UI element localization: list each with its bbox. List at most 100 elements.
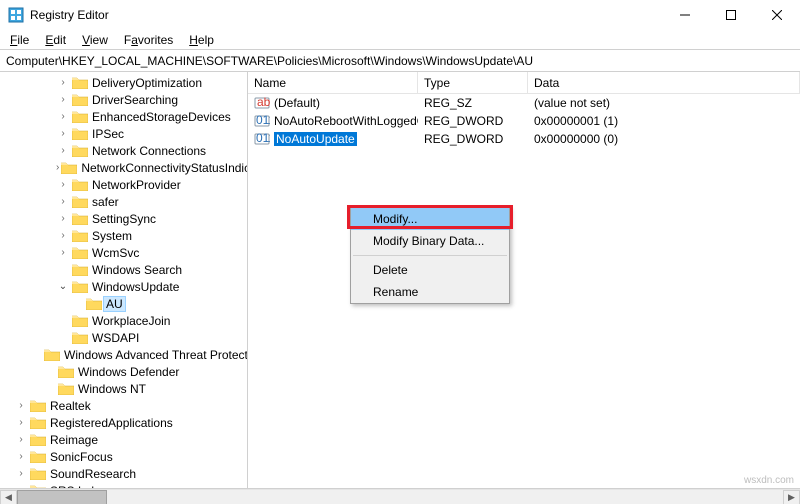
- chevron-icon[interactable]: ›: [14, 400, 28, 411]
- tree-item[interactable]: ›SettingSync: [0, 210, 247, 227]
- menu-favorites[interactable]: Favorites: [118, 31, 179, 49]
- tree-item[interactable]: ›SRS Labs: [0, 482, 247, 488]
- tree-item[interactable]: AU: [0, 295, 247, 312]
- folder-icon: [72, 76, 88, 89]
- cm-separator: [353, 255, 507, 256]
- tree-label: Windows NT: [78, 382, 146, 396]
- tree-item[interactable]: Windows NT: [0, 380, 247, 397]
- tree-label: SonicFocus: [50, 450, 113, 464]
- minimize-button[interactable]: [662, 0, 708, 29]
- chevron-icon[interactable]: ›: [56, 196, 70, 207]
- chevron-icon[interactable]: ›: [56, 94, 70, 105]
- value-name: NoAutoRebootWithLoggedOnU...: [274, 114, 418, 128]
- chevron-icon[interactable]: ›: [56, 128, 70, 139]
- cm-delete[interactable]: Delete: [351, 259, 509, 281]
- chevron-icon[interactable]: ›: [56, 162, 59, 173]
- tree-item[interactable]: › DeliveryOptimization: [0, 74, 247, 91]
- list-row[interactable]: ab(Default)REG_SZ(value not set): [248, 94, 800, 112]
- tree-item[interactable]: ›SoundResearch: [0, 465, 247, 482]
- tree-label: safer: [92, 195, 119, 209]
- scroll-right-icon[interactable]: ▶: [783, 490, 800, 504]
- app-icon: [8, 7, 24, 23]
- value-data: 0x00000000 (0): [528, 132, 800, 146]
- tree-item[interactable]: › SonicFocus: [0, 448, 247, 465]
- folder-icon: [30, 416, 46, 429]
- menu-edit[interactable]: Edit: [39, 31, 72, 49]
- folder-icon: [72, 229, 88, 242]
- tree-item[interactable]: ›RegisteredApplications: [0, 414, 247, 431]
- col-header-type[interactable]: Type: [418, 72, 528, 93]
- folder-icon: [72, 110, 88, 123]
- tree-item[interactable]: › Network Connections: [0, 142, 247, 159]
- chevron-icon[interactable]: ›: [56, 230, 70, 241]
- col-header-data[interactable]: Data: [528, 72, 800, 93]
- scroll-left-icon[interactable]: ◀: [0, 490, 17, 504]
- tree-item[interactable]: WorkplaceJoin: [0, 312, 247, 329]
- tree-item[interactable]: ›DriverSearching: [0, 91, 247, 108]
- chevron-icon[interactable]: ›: [56, 247, 70, 258]
- tree-item[interactable]: › WcmSvc: [0, 244, 247, 261]
- svg-text:ab: ab: [257, 95, 270, 109]
- tree-label: Windows Advanced Threat Protection: [64, 348, 248, 362]
- chevron-icon[interactable]: ›: [14, 434, 28, 445]
- menu-file[interactable]: File: [4, 31, 35, 49]
- cm-modify[interactable]: Modify...: [351, 208, 509, 230]
- col-header-name[interactable]: Name: [248, 72, 418, 93]
- chevron-icon[interactable]: ›: [56, 111, 70, 122]
- cm-rename[interactable]: Rename: [351, 281, 509, 303]
- horizontal-scrollbar[interactable]: ◀ ▶: [0, 489, 800, 504]
- close-button[interactable]: [754, 0, 800, 29]
- tree-label: WcmSvc: [92, 246, 139, 260]
- folder-icon: [72, 127, 88, 140]
- tree-item[interactable]: ⌄WindowsUpdate: [0, 278, 247, 295]
- list-row[interactable]: 011NoAutoRebootWithLoggedOnU...REG_DWORD…: [248, 112, 800, 130]
- value-data: 0x00000001 (1): [528, 114, 800, 128]
- tree-item[interactable]: ›NetworkConnectivityStatusIndicator: [0, 159, 247, 176]
- cm-modify-binary[interactable]: Modify Binary Data...: [351, 230, 509, 252]
- svg-text:011: 011: [256, 113, 270, 127]
- chevron-icon[interactable]: ›: [56, 213, 70, 224]
- chevron-icon[interactable]: ›: [14, 417, 28, 428]
- tree-item[interactable]: › IPSec: [0, 125, 247, 142]
- tree-item[interactable]: ›Realtek: [0, 397, 247, 414]
- menu-view[interactable]: View: [76, 31, 114, 49]
- tree-item[interactable]: ›Reimage: [0, 431, 247, 448]
- value-type: REG_DWORD: [418, 132, 528, 146]
- tree-label: DeliveryOptimization: [92, 76, 202, 90]
- chevron-icon[interactable]: ›: [14, 468, 28, 479]
- menu-help[interactable]: Help: [183, 31, 220, 49]
- title-bar: Registry Editor: [0, 0, 800, 30]
- chevron-icon[interactable]: ›: [14, 485, 28, 488]
- tree-item[interactable]: Windows Search: [0, 261, 247, 278]
- folder-icon: [86, 297, 102, 310]
- tree-item[interactable]: › safer: [0, 193, 247, 210]
- chevron-icon[interactable]: ›: [56, 145, 70, 156]
- folder-icon: [61, 161, 77, 174]
- chevron-icon[interactable]: ›: [56, 77, 70, 88]
- tree-label: Network Connections: [92, 144, 206, 158]
- tree-item[interactable]: ›NetworkProvider: [0, 176, 247, 193]
- string-value-icon: ab: [254, 95, 270, 111]
- tree-pane: › DeliveryOptimization›DriverSearching›En…: [0, 72, 248, 488]
- value-data: (value not set): [528, 96, 800, 110]
- scroll-thumb[interactable]: [17, 490, 107, 504]
- scroll-track[interactable]: [17, 490, 783, 504]
- chevron-icon[interactable]: ›: [14, 451, 28, 462]
- folder-icon: [30, 484, 46, 488]
- tree-label: IPSec: [92, 127, 124, 141]
- tree-item[interactable]: ›System: [0, 227, 247, 244]
- chevron-icon[interactable]: ›: [56, 179, 70, 190]
- value-type: REG_SZ: [418, 96, 528, 110]
- tree-label: Windows Search: [92, 263, 182, 277]
- folder-icon: [72, 195, 88, 208]
- chevron-icon[interactable]: ⌄: [56, 281, 70, 292]
- maximize-button[interactable]: [708, 0, 754, 29]
- tree-item[interactable]: Windows Defender: [0, 363, 247, 380]
- tree-item[interactable]: Windows Advanced Threat Protection: [0, 346, 247, 363]
- address-bar[interactable]: Computer\HKEY_LOCAL_MACHINE\SOFTWARE\Pol…: [0, 50, 800, 72]
- folder-icon: [72, 93, 88, 106]
- list-row[interactable]: 011NoAutoUpdateREG_DWORD0x00000000 (0): [248, 130, 800, 148]
- tree-item[interactable]: WSDAPI: [0, 329, 247, 346]
- tree-label: Windows Defender: [78, 365, 179, 379]
- tree-item[interactable]: ›EnhancedStorageDevices: [0, 108, 247, 125]
